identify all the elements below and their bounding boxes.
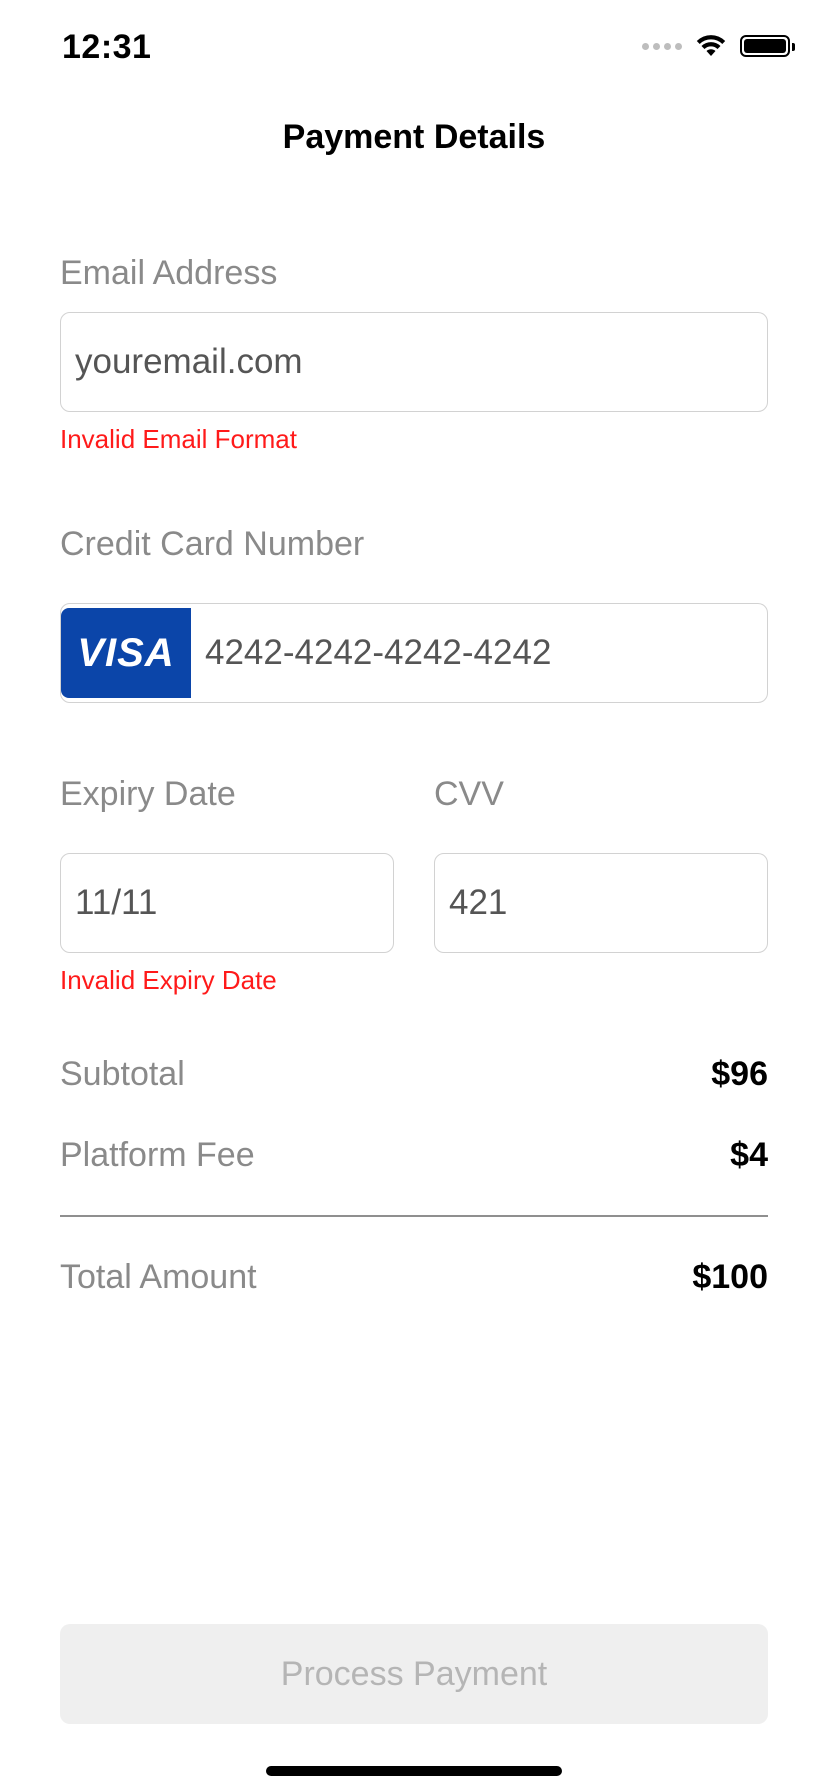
home-indicator[interactable] [266,1766,562,1776]
subtotal-label: Subtotal [60,1055,185,1093]
process-payment-button[interactable]: Process Payment [60,1624,768,1724]
wifi-icon [696,35,726,56]
email-error: Invalid Email Format [60,424,297,454]
card-brand: VISA [77,630,175,675]
expiry-error: Invalid Expiry Date [60,965,277,995]
platform-fee-value: $4 [730,1136,768,1174]
card-number-value: 4242-4242-4242-4242 [205,633,552,672]
cvv-value: 421 [449,883,508,922]
total-amount-value: $100 [692,1258,768,1296]
email-value: youremail.com [75,342,303,381]
status-time: 12:31 [62,28,152,66]
signal-dots-icon [642,42,682,50]
summary-divider [60,1215,768,1217]
email-field[interactable]: youremail.com [60,312,768,412]
subtotal-value: $96 [711,1055,768,1093]
visa-logo-icon: VISA [61,608,191,698]
cvv-label: CVV [434,775,504,813]
expiry-field[interactable]: 11/11 [60,853,394,953]
battery-icon [740,35,795,57]
card-label: Credit Card Number [60,525,365,563]
total-amount-label: Total Amount [60,1258,257,1296]
email-label: Email Address [60,254,278,292]
page-title: Payment Details [282,118,546,156]
platform-fee-label: Platform Fee [60,1136,255,1174]
expiry-label: Expiry Date [60,775,236,813]
cvv-field[interactable]: 421 [434,853,768,953]
card-number-field[interactable]: VISA 4242-4242-4242-4242 [60,603,768,703]
expiry-value: 11/11 [75,883,158,922]
status-icons [642,34,795,58]
